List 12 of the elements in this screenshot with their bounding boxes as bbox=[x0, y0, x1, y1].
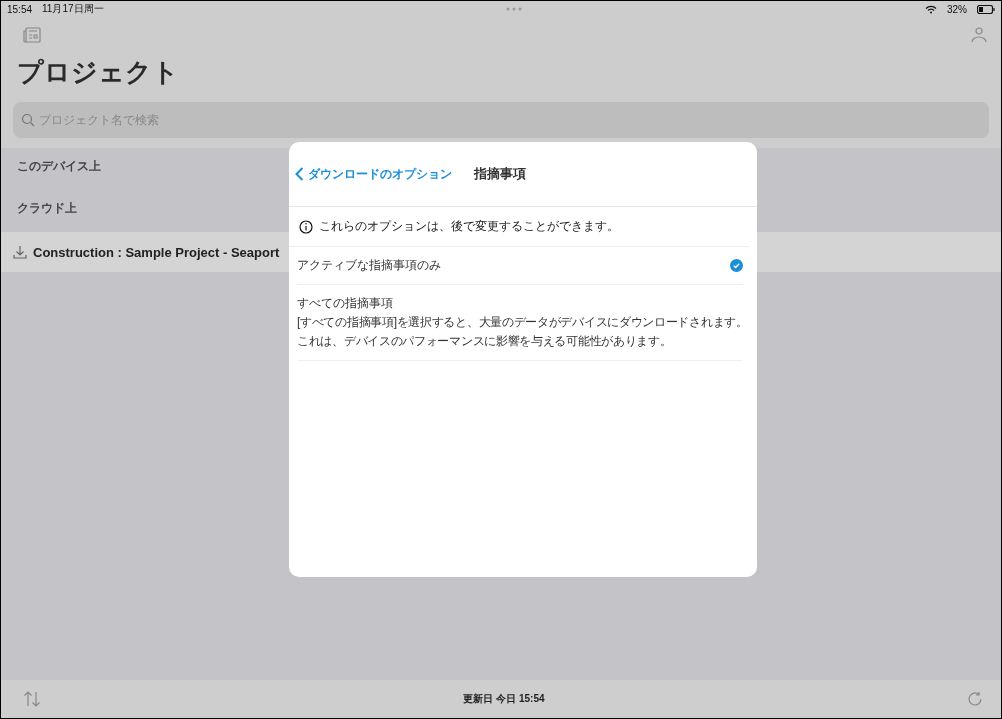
section-header: クラウド上 bbox=[17, 200, 77, 217]
battery-percent: 32% bbox=[947, 3, 967, 15]
page-title: プロジェクト bbox=[17, 56, 180, 89]
option-label: アクティブな指摘事項のみ bbox=[297, 257, 442, 274]
option-label: すべての指摘事項 bbox=[297, 295, 394, 312]
info-text: これらのオプションは、後で変更することができます。 bbox=[319, 218, 619, 235]
option-description: これは、デバイスのパフォーマンスに影響を与える可能性があります。 bbox=[297, 332, 672, 350]
dialog-title: 指摘事項 bbox=[474, 165, 526, 183]
updated-label: 更新日 今日 15:54 bbox=[463, 692, 545, 706]
status-time: 15:54 bbox=[7, 3, 33, 15]
section-header: このデバイス上 bbox=[17, 158, 101, 175]
status-date: 11月17日周一 bbox=[42, 2, 104, 16]
